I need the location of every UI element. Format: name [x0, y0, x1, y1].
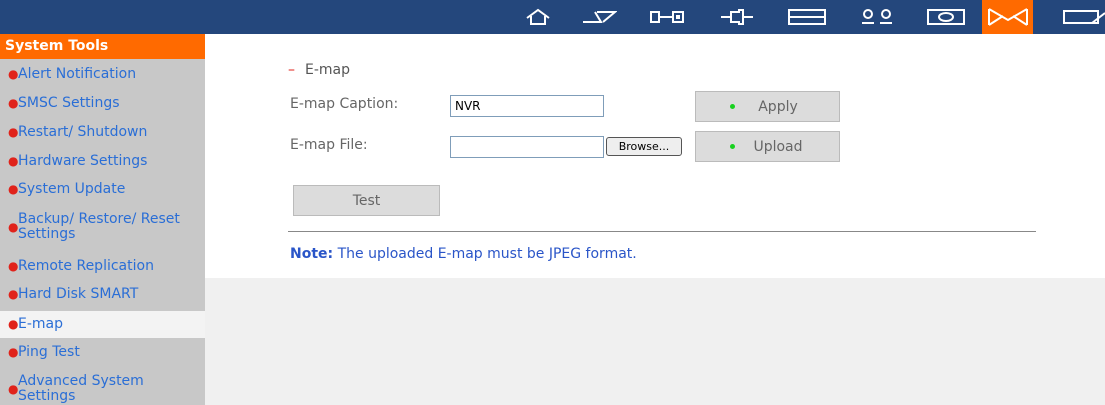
section-title-text: E-map — [305, 62, 351, 78]
storage-icon[interactable] — [787, 6, 827, 28]
sidebar-item-label: Advanced System Settings — [18, 373, 144, 404]
test-button[interactable]: Test — [293, 185, 440, 216]
apply-button-label: Apply — [758, 98, 798, 115]
section-title: – E-map — [288, 62, 350, 78]
sidebar-item-label: E-map — [18, 316, 64, 332]
bullet-icon: ● — [8, 382, 19, 396]
sidebar-item-advanced-system-settings[interactable]: ● Advanced System Settings — [0, 374, 205, 404]
format-note: Note: The uploaded E-map must be JPEG fo… — [290, 246, 637, 262]
bullet-icon: ● — [8, 259, 19, 273]
bullet-icon: ● — [8, 154, 19, 168]
upload-button[interactable]: Upload — [695, 131, 840, 162]
sidebar-item-label: Alert Notification — [18, 66, 137, 82]
home-icon[interactable] — [522, 6, 554, 28]
bullet-icon: ● — [8, 345, 19, 359]
note-prefix: Note: — [290, 246, 334, 262]
sidebar-item-hardware-settings[interactable]: ● Hardware Settings — [0, 154, 205, 169]
sidebar-item-smsc-settings[interactable]: ● SMSC Settings — [0, 96, 205, 111]
lightning-icon[interactable] — [580, 6, 618, 28]
sidebar: System Tools ● Alert Notification ● SMSC… — [0, 34, 205, 405]
sidebar-item-hard-disk-smart[interactable]: ● Hard Disk SMART — [0, 287, 205, 302]
e-map-caption-label: E-map Caption: — [290, 96, 399, 112]
users-icon[interactable] — [859, 6, 895, 28]
sidebar-item-label: SMSC Settings — [18, 95, 120, 111]
sidebar-item-label: System Update — [18, 181, 126, 197]
top-navigation-bar — [0, 0, 1105, 34]
sidebar-item-backup-restore-reset[interactable]: ● Backup/ Restore/ Reset Settings — [0, 212, 205, 242]
note-text: The uploaded E-map must be JPEG format. — [337, 246, 637, 262]
e-map-file-input[interactable] — [450, 136, 604, 158]
bullet-icon: ● — [8, 220, 19, 234]
sidebar-item-label: Remote Replication — [18, 258, 154, 274]
upload-button-label: Upload — [753, 138, 803, 155]
bullet-icon: ● — [8, 125, 19, 139]
divider — [288, 231, 1036, 232]
sidebar-item-label: Hard Disk SMART — [18, 286, 139, 302]
sidebar-item-alert-notification[interactable]: ● Alert Notification — [0, 67, 205, 82]
sidebar-item-label: Restart/ Shutdown — [18, 124, 148, 140]
sidebar-item-label: Ping Test — [18, 344, 80, 360]
plug-icon[interactable] — [719, 6, 755, 28]
apply-button[interactable]: Apply — [695, 91, 840, 122]
network-icon[interactable] — [647, 6, 687, 28]
sidebar-title: System Tools — [0, 34, 205, 59]
main-panel-footer-area — [205, 278, 1105, 405]
sidebar-item-ping-test[interactable]: ● Ping Test — [0, 345, 205, 360]
bullet-icon: ● — [8, 317, 19, 331]
e-map-file-label: E-map File: — [290, 137, 368, 153]
sidebar-item-restart-shutdown[interactable]: ● Restart/ Shutdown — [0, 125, 205, 140]
bullet-icon: ● — [8, 96, 19, 110]
collapse-dash-icon[interactable]: – — [288, 62, 295, 78]
sidebar-item-system-update[interactable]: ● System Update — [0, 182, 205, 197]
email-icon[interactable] — [982, 0, 1033, 34]
sidebar-item-remote-replication[interactable]: ● Remote Replication — [0, 259, 205, 274]
browse-button[interactable]: Browse... — [606, 137, 682, 156]
monitor-icon[interactable] — [926, 6, 966, 28]
bullet-icon: ● — [8, 287, 19, 301]
sidebar-item-e-map[interactable]: ● E-map — [0, 311, 205, 338]
folder-icon[interactable] — [1062, 6, 1105, 28]
sidebar-item-label: Backup/ Restore/ Reset Settings — [18, 211, 180, 242]
bullet-icon: ● — [8, 67, 19, 81]
bullet-icon: ● — [8, 182, 19, 196]
e-map-caption-input[interactable] — [450, 95, 604, 117]
sidebar-item-label: Hardware Settings — [18, 153, 148, 169]
